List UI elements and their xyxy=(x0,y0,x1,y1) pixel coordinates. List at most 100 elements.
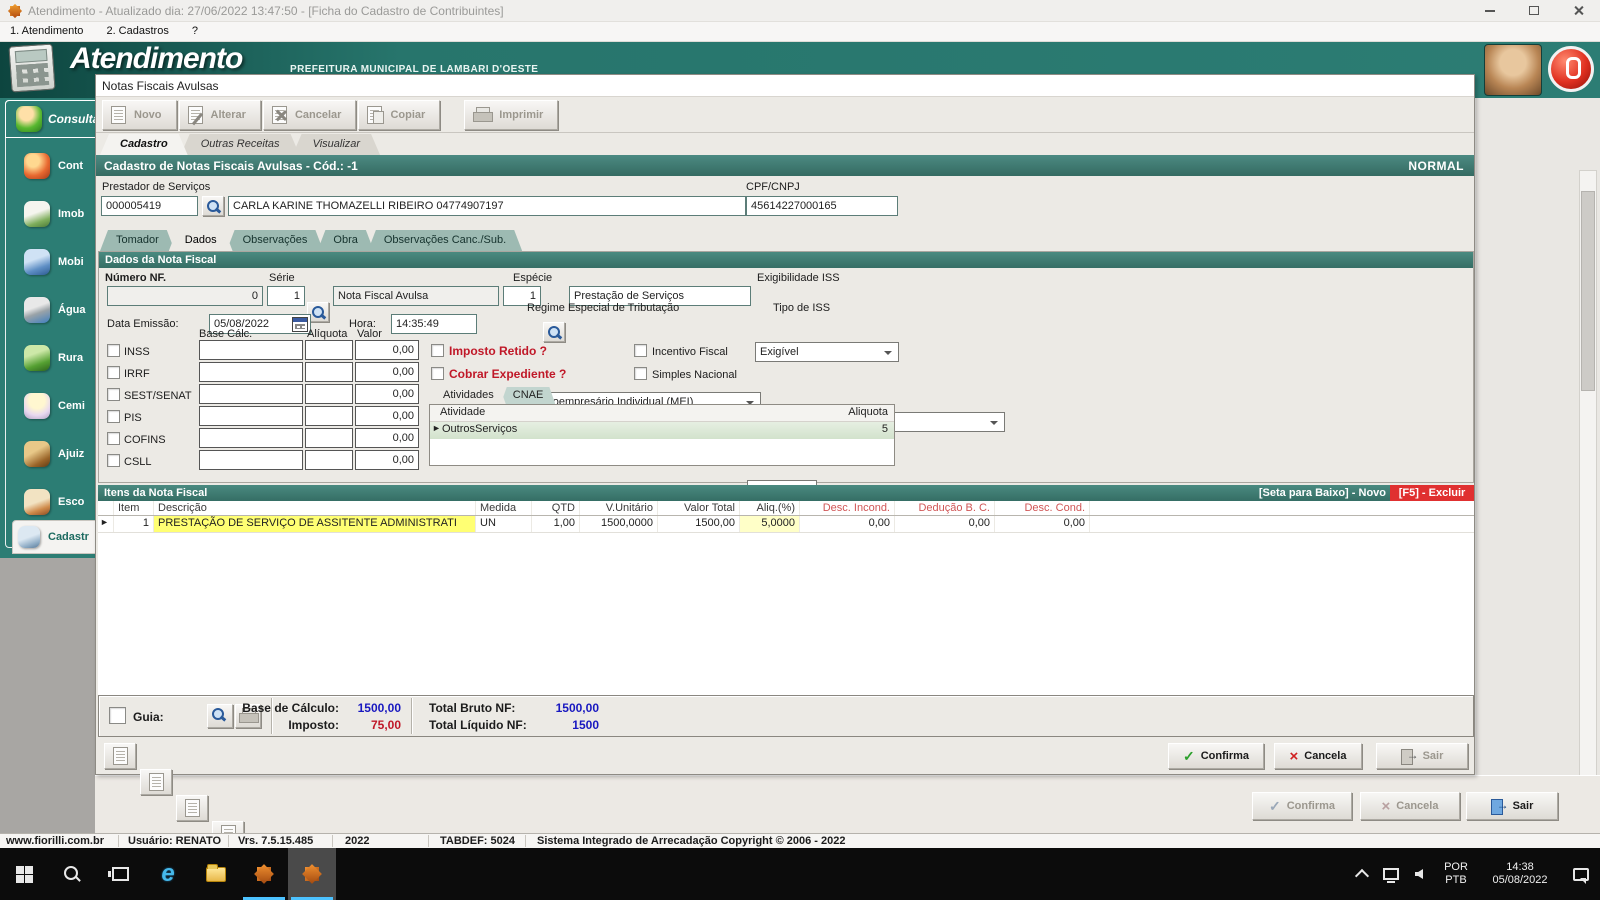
csll-aliquota-field[interactable] xyxy=(305,450,353,470)
alterar-label: Alterar xyxy=(210,108,246,121)
notification-icon xyxy=(1573,867,1589,884)
status-website: www.fiorilli.com.br xyxy=(6,835,104,847)
cpf-field[interactable]: 45614227000165 xyxy=(746,196,898,216)
calendar-icon[interactable] xyxy=(292,317,308,332)
exigibilidade-dropdown[interactable]: Exigível xyxy=(755,342,899,362)
csll-valor-field[interactable]: 0,00 xyxy=(355,450,419,470)
file-explorer-button[interactable] xyxy=(192,848,240,900)
irrf-base-field[interactable] xyxy=(199,362,303,382)
menu-cadastros[interactable]: 2. Cadastros xyxy=(96,22,178,37)
sest-aliquota-field[interactable] xyxy=(305,384,353,404)
cofins-valor-field[interactable]: 0,00 xyxy=(355,428,419,448)
close-button[interactable] xyxy=(1556,0,1600,21)
pis-checkbox[interactable] xyxy=(107,410,120,423)
serie-field[interactable]: 1 xyxy=(267,286,305,306)
chevron-up-icon xyxy=(1354,868,1370,884)
tab-cadastro[interactable]: Cadastro xyxy=(100,134,188,155)
subtab-obra[interactable]: Obra xyxy=(317,230,373,251)
nav-next-button[interactable] xyxy=(176,795,208,821)
especie-search-button[interactable] xyxy=(543,322,565,342)
irrf-valor-field[interactable]: 0,00 xyxy=(355,362,419,382)
imprimir-button[interactable]: Imprimir xyxy=(464,99,559,130)
tab-cnae[interactable]: CNAE xyxy=(501,387,556,404)
nav-prev-button[interactable] xyxy=(140,769,172,795)
inss-valor-field[interactable]: 0,00 xyxy=(355,340,419,360)
sest-valor-field[interactable]: 0,00 xyxy=(355,384,419,404)
taskbar-search-button[interactable] xyxy=(48,848,96,900)
incentivo-checkbox[interactable] xyxy=(634,344,647,357)
hora-field[interactable]: 14:35:49 xyxy=(391,314,477,334)
parent-confirma-button[interactable]: ✓ Confirma xyxy=(1252,792,1352,820)
numero-field[interactable]: 0 xyxy=(107,286,263,306)
pis-aliquota-field[interactable] xyxy=(305,406,353,426)
simples-checkbox[interactable] xyxy=(634,367,647,380)
item-row[interactable]: ► 1 PRESTAÇÃO DE SERVIÇO DE ASSITENTE AD… xyxy=(98,516,1474,533)
cell-deducao: 0,00 xyxy=(895,516,995,532)
notification-center-button[interactable] xyxy=(1564,848,1598,900)
menu-atendimento[interactable]: 1. Atendimento xyxy=(0,22,93,37)
fiorilli-app-button-2[interactable] xyxy=(288,848,336,900)
sest-base-field[interactable] xyxy=(199,384,303,404)
vertical-scrollbar[interactable] xyxy=(1579,170,1597,826)
subtab-tomador[interactable]: Tomador xyxy=(100,230,175,251)
sair-button[interactable]: Sair xyxy=(1376,743,1468,769)
alterar-button[interactable]: Alterar xyxy=(178,99,261,130)
scrollbar-thumb[interactable] xyxy=(1581,191,1595,391)
subtab-observacoes[interactable]: Observações xyxy=(227,230,324,251)
csll-base-field[interactable] xyxy=(199,450,303,470)
sest-checkbox[interactable] xyxy=(107,388,120,401)
start-button[interactable] xyxy=(0,848,48,900)
cancelar-button[interactable]: Cancelar xyxy=(262,99,357,130)
inss-checkbox[interactable] xyxy=(107,344,120,357)
maximize-button[interactable] xyxy=(1512,0,1556,21)
cofins-checkbox[interactable] xyxy=(107,432,120,445)
nav-first-button[interactable] xyxy=(104,743,136,769)
cofins-base-field[interactable] xyxy=(199,428,303,448)
internet-explorer-button[interactable]: e xyxy=(144,848,192,900)
tray-chevron-button[interactable] xyxy=(1348,848,1376,900)
fiorilli-app-button-1[interactable] xyxy=(240,848,288,900)
csll-checkbox[interactable] xyxy=(107,454,120,467)
pis-valor-field[interactable]: 0,00 xyxy=(355,406,419,426)
cofins-label: COFINS xyxy=(124,434,166,446)
novo-button[interactable]: Novo xyxy=(102,99,177,130)
copiar-button[interactable]: Copiar xyxy=(358,99,441,130)
atividade-aliquota: 5 xyxy=(881,423,888,435)
minimize-button[interactable] xyxy=(1468,0,1512,21)
cell-aliq: 5,0000 xyxy=(740,516,800,532)
guia-checkbox[interactable] xyxy=(109,707,126,724)
imposto-retido-checkbox[interactable] xyxy=(431,344,444,357)
tab-outras-receitas[interactable]: Outras Receitas xyxy=(181,134,300,155)
language-indicator[interactable]: POR PTB xyxy=(1438,848,1474,900)
tipo-iss-label: Tipo de ISS xyxy=(773,302,831,314)
parent-sair-label: Sair xyxy=(1512,800,1534,812)
inss-base-field[interactable] xyxy=(199,340,303,360)
parent-sair-button[interactable]: Sair xyxy=(1466,792,1558,820)
tab-visualizar[interactable]: Visualizar xyxy=(293,134,381,155)
atividade-row[interactable]: ► OutrosServiços 5 xyxy=(430,422,894,439)
tray-network-button[interactable] xyxy=(1378,848,1404,900)
cofins-aliquota-field[interactable] xyxy=(305,428,353,448)
menu-help[interactable]: ? xyxy=(182,22,208,37)
confirma-button[interactable]: ✓ Confirma xyxy=(1168,743,1264,769)
prestador-code-field[interactable]: 000005419 xyxy=(101,196,198,216)
irrf-aliquota-field[interactable] xyxy=(305,362,353,382)
inss-aliquota-field[interactable] xyxy=(305,340,353,360)
tab-atividades[interactable]: Atividades xyxy=(431,387,506,404)
task-view-button[interactable] xyxy=(96,848,144,900)
clock[interactable]: 14:38 05/08/2022 xyxy=(1478,848,1562,900)
subtab-observacoes-canc[interactable]: Observações Canc./Sub. xyxy=(368,230,522,251)
subtab-dados[interactable]: Dados xyxy=(169,230,233,251)
prestador-search-button[interactable] xyxy=(202,196,224,216)
folder-icon xyxy=(206,863,226,882)
total-liquido-value: 1500 xyxy=(572,718,599,732)
cancela-button[interactable]: × Cancela xyxy=(1274,743,1362,769)
total-bruto-value: 1500,00 xyxy=(555,701,599,715)
irrf-checkbox[interactable] xyxy=(107,366,120,379)
parent-cancela-button[interactable]: × Cancela xyxy=(1360,792,1460,820)
pis-base-field[interactable] xyxy=(199,406,303,426)
cobrar-expediente-checkbox[interactable] xyxy=(431,367,444,380)
tray-volume-button[interactable] xyxy=(1404,848,1434,900)
exit-app-button[interactable] xyxy=(1548,46,1594,92)
prestador-name-field[interactable]: CARLA KARINE THOMAZELLI RIBEIRO 04774907… xyxy=(228,196,746,216)
